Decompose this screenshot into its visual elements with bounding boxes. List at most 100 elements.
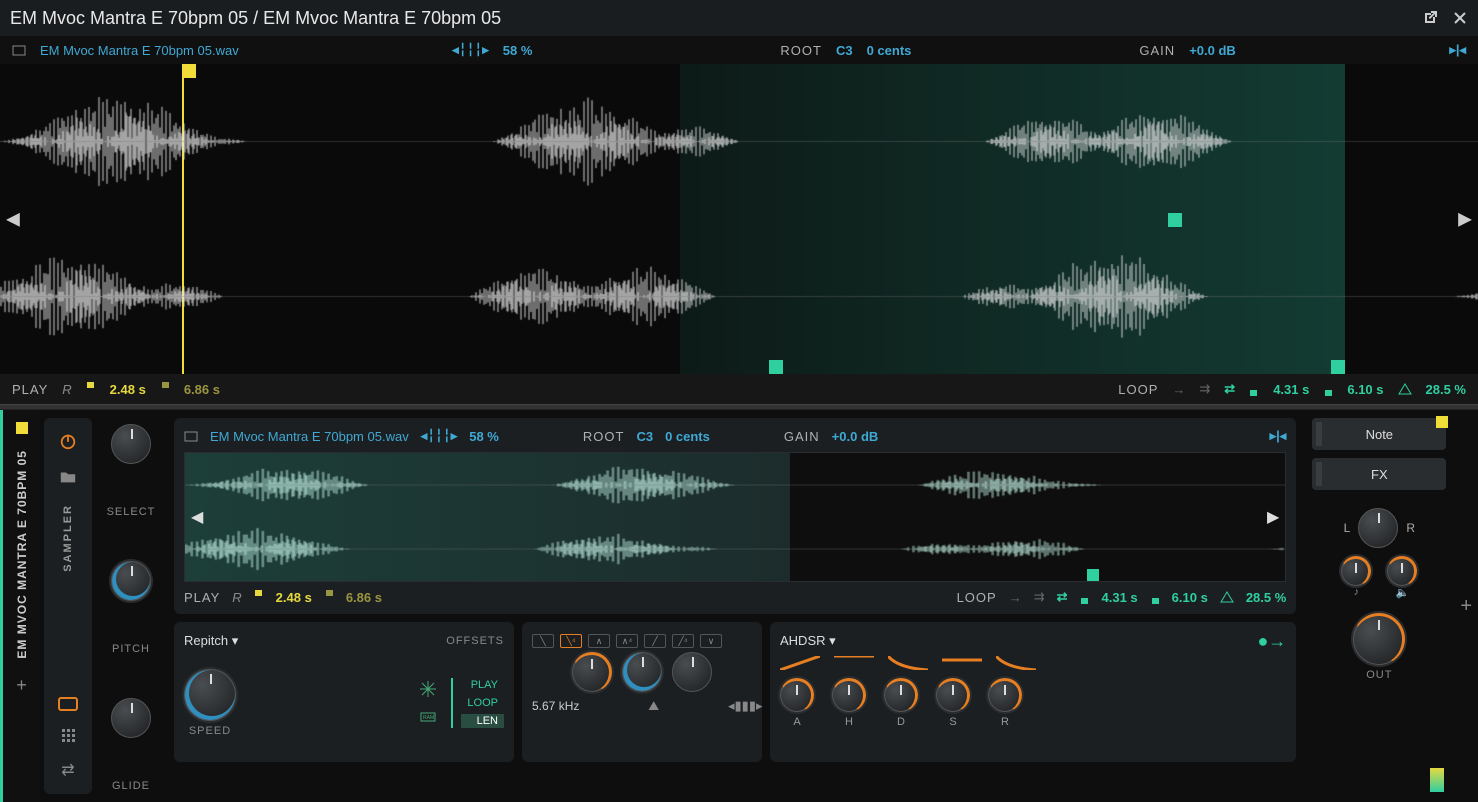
play-start-value[interactable]: 2.48 s xyxy=(110,382,146,397)
freeze-icon[interactable] xyxy=(419,680,437,698)
root-note[interactable]: C3 xyxy=(836,43,853,58)
mini-loop-start[interactable]: 4.31 s xyxy=(1102,590,1138,605)
filter-lp-icon[interactable]: ╲ xyxy=(532,634,554,648)
device-tab[interactable]: EM MVOC MANTRA E 70BPM 05 + xyxy=(0,410,40,802)
file-name[interactable]: EM Mvoc Mantra E 70bpm 05.wav xyxy=(40,43,239,58)
key-knob[interactable] xyxy=(1341,556,1371,586)
mini-snap-icon[interactable]: ▸|◂ xyxy=(1270,428,1287,444)
play-start-flag-icon[interactable] xyxy=(86,382,96,396)
keytrack-icon[interactable]: ◂▮▮▮▸ xyxy=(728,698,752,714)
power-icon[interactable] xyxy=(59,432,77,450)
add-before-icon[interactable]: + xyxy=(16,675,27,696)
play-end-value[interactable]: 6.86 s xyxy=(184,382,220,397)
loop-mode-off-icon[interactable]: → xyxy=(1172,382,1185,397)
repitch-title[interactable]: Repitch ▾ xyxy=(184,633,238,649)
filter-cutoff-knob[interactable] xyxy=(572,652,612,692)
mini-loop-end[interactable]: 6.10 s xyxy=(1172,590,1208,605)
gain-value[interactable]: +0.0 dB xyxy=(1189,43,1236,58)
waveform-display-large[interactable]: ◀ ▶ xyxy=(0,64,1478,374)
snap-icon[interactable]: ▸|◂ xyxy=(1449,42,1466,58)
offset-play[interactable]: PLAY xyxy=(461,678,504,692)
note-color-chip[interactable] xyxy=(1436,416,1448,428)
mini-file-name[interactable]: EM Mvoc Mantra E 70bpm 05.wav xyxy=(210,429,409,444)
pitch-knob[interactable] xyxy=(111,561,151,601)
speed-knob[interactable] xyxy=(184,669,236,721)
filter-notch-icon[interactable]: ∨ xyxy=(700,634,722,648)
mini-lm1-icon[interactable]: → xyxy=(1009,590,1022,605)
root-cents[interactable]: 0 cents xyxy=(867,43,912,58)
filter-freq-value[interactable]: 5.67 kHz xyxy=(532,699,579,713)
filter-hp-icon[interactable]: ╱ xyxy=(644,634,666,648)
offset-loop[interactable]: LOOP xyxy=(461,696,504,710)
filter-bp-icon[interactable]: ∧ xyxy=(588,634,610,648)
note-fx-button[interactable]: Note xyxy=(1312,418,1446,450)
play-end-flag-icon[interactable] xyxy=(160,382,170,396)
filter-lp4-icon[interactable]: ╲⁴ xyxy=(560,634,582,648)
env-h-knob[interactable] xyxy=(832,678,866,712)
xfade-icon[interactable] xyxy=(1398,382,1412,396)
select-knob[interactable] xyxy=(111,424,151,464)
env-s-knob[interactable] xyxy=(936,678,970,712)
env-a-knob[interactable] xyxy=(780,678,814,712)
env-r-knob[interactable] xyxy=(988,678,1022,712)
loop-start-flag-icon[interactable] xyxy=(1249,382,1259,396)
stretch-icon[interactable]: ◂╎╎╎▸ xyxy=(452,42,489,58)
filter-reso-knob[interactable] xyxy=(622,652,662,692)
mini-lm2-icon[interactable]: ⇉ xyxy=(1034,589,1045,605)
env-d-knob[interactable] xyxy=(884,678,918,712)
popout-icon[interactable] xyxy=(1422,10,1438,26)
mini-ps-flag[interactable] xyxy=(254,590,264,604)
loop-xfade-marker[interactable] xyxy=(1168,213,1182,227)
mini-stretch-icon[interactable]: ◂╎╎╎▸ xyxy=(421,428,458,444)
mini-lm3-icon[interactable]: ⇄ xyxy=(1057,589,1068,605)
mini-prev-icon[interactable]: ◀ xyxy=(191,507,203,527)
mini-pe-flag[interactable] xyxy=(324,590,334,604)
swap-icon[interactable]: ⇄ xyxy=(61,760,74,780)
close-icon[interactable] xyxy=(1452,10,1468,26)
out-knob[interactable] xyxy=(1353,613,1405,665)
env-trigger-icon[interactable]: ●→ xyxy=(1257,631,1286,652)
loop-end-flag-icon[interactable] xyxy=(1323,382,1333,396)
ram-icon[interactable]: RAM xyxy=(419,708,437,726)
mini-ls-flag[interactable] xyxy=(1080,590,1090,604)
loop-mode-pingpong-icon[interactable]: ⇄ xyxy=(1224,381,1235,397)
filter-hp4-icon[interactable]: ╱⁴ xyxy=(672,634,694,648)
loop-start-value[interactable]: 4.31 s xyxy=(1273,382,1309,397)
mini-loop-marker[interactable] xyxy=(1087,569,1099,581)
pan-knob[interactable] xyxy=(1358,508,1398,548)
next-sample-icon[interactable]: ▶ xyxy=(1458,209,1472,230)
mini-root-note[interactable]: C3 xyxy=(636,429,653,444)
grid-view-icon[interactable] xyxy=(62,729,75,742)
loop-mode-fwd-icon[interactable]: ⇉ xyxy=(1199,381,1210,397)
folder-icon[interactable] xyxy=(59,468,77,486)
fx-label: FX xyxy=(1371,467,1388,482)
env-title[interactable]: AHDSR ▾ xyxy=(780,633,836,649)
mini-le-flag[interactable] xyxy=(1150,590,1160,604)
loop-end-marker[interactable] xyxy=(1331,360,1345,374)
mini-gain-value[interactable]: +0.0 dB xyxy=(832,429,879,444)
loop-end-value[interactable]: 6.10 s xyxy=(1347,382,1383,397)
audio-fx-button[interactable]: FX xyxy=(1312,458,1446,490)
device-color-chip[interactable] xyxy=(16,422,28,434)
vol-knob[interactable] xyxy=(1387,556,1417,586)
mini-play-end[interactable]: 6.86 s xyxy=(346,590,382,605)
mini-stretch-value[interactable]: 58 % xyxy=(469,429,499,444)
expanded-view-icon[interactable] xyxy=(58,697,78,711)
stretch-value[interactable]: 58 % xyxy=(503,43,533,58)
reverse-icon[interactable]: R xyxy=(62,382,71,397)
mini-loop-xfade[interactable]: 28.5 % xyxy=(1246,590,1286,605)
mini-next-icon[interactable]: ▶ xyxy=(1267,507,1279,527)
mini-waveform[interactable]: ◀ ▶ xyxy=(184,452,1286,582)
glide-knob[interactable] xyxy=(111,698,151,738)
filter-bp4-icon[interactable]: ∧⁴ xyxy=(616,634,638,648)
mini-play-start[interactable]: 2.48 s xyxy=(276,590,312,605)
mini-root-cents[interactable]: 0 cents xyxy=(665,429,710,444)
add-after-icon[interactable]: + xyxy=(1460,595,1472,618)
prev-sample-icon[interactable]: ◀ xyxy=(6,209,20,230)
loop-xfade-value[interactable]: 28.5 % xyxy=(1426,382,1466,397)
mini-reverse-icon[interactable]: R xyxy=(232,590,241,605)
filter-drive-knob[interactable] xyxy=(672,652,712,692)
mini-xfade-icon[interactable] xyxy=(1220,590,1234,604)
offset-len[interactable]: LEN xyxy=(461,714,504,728)
loop-start-marker[interactable] xyxy=(769,360,783,374)
